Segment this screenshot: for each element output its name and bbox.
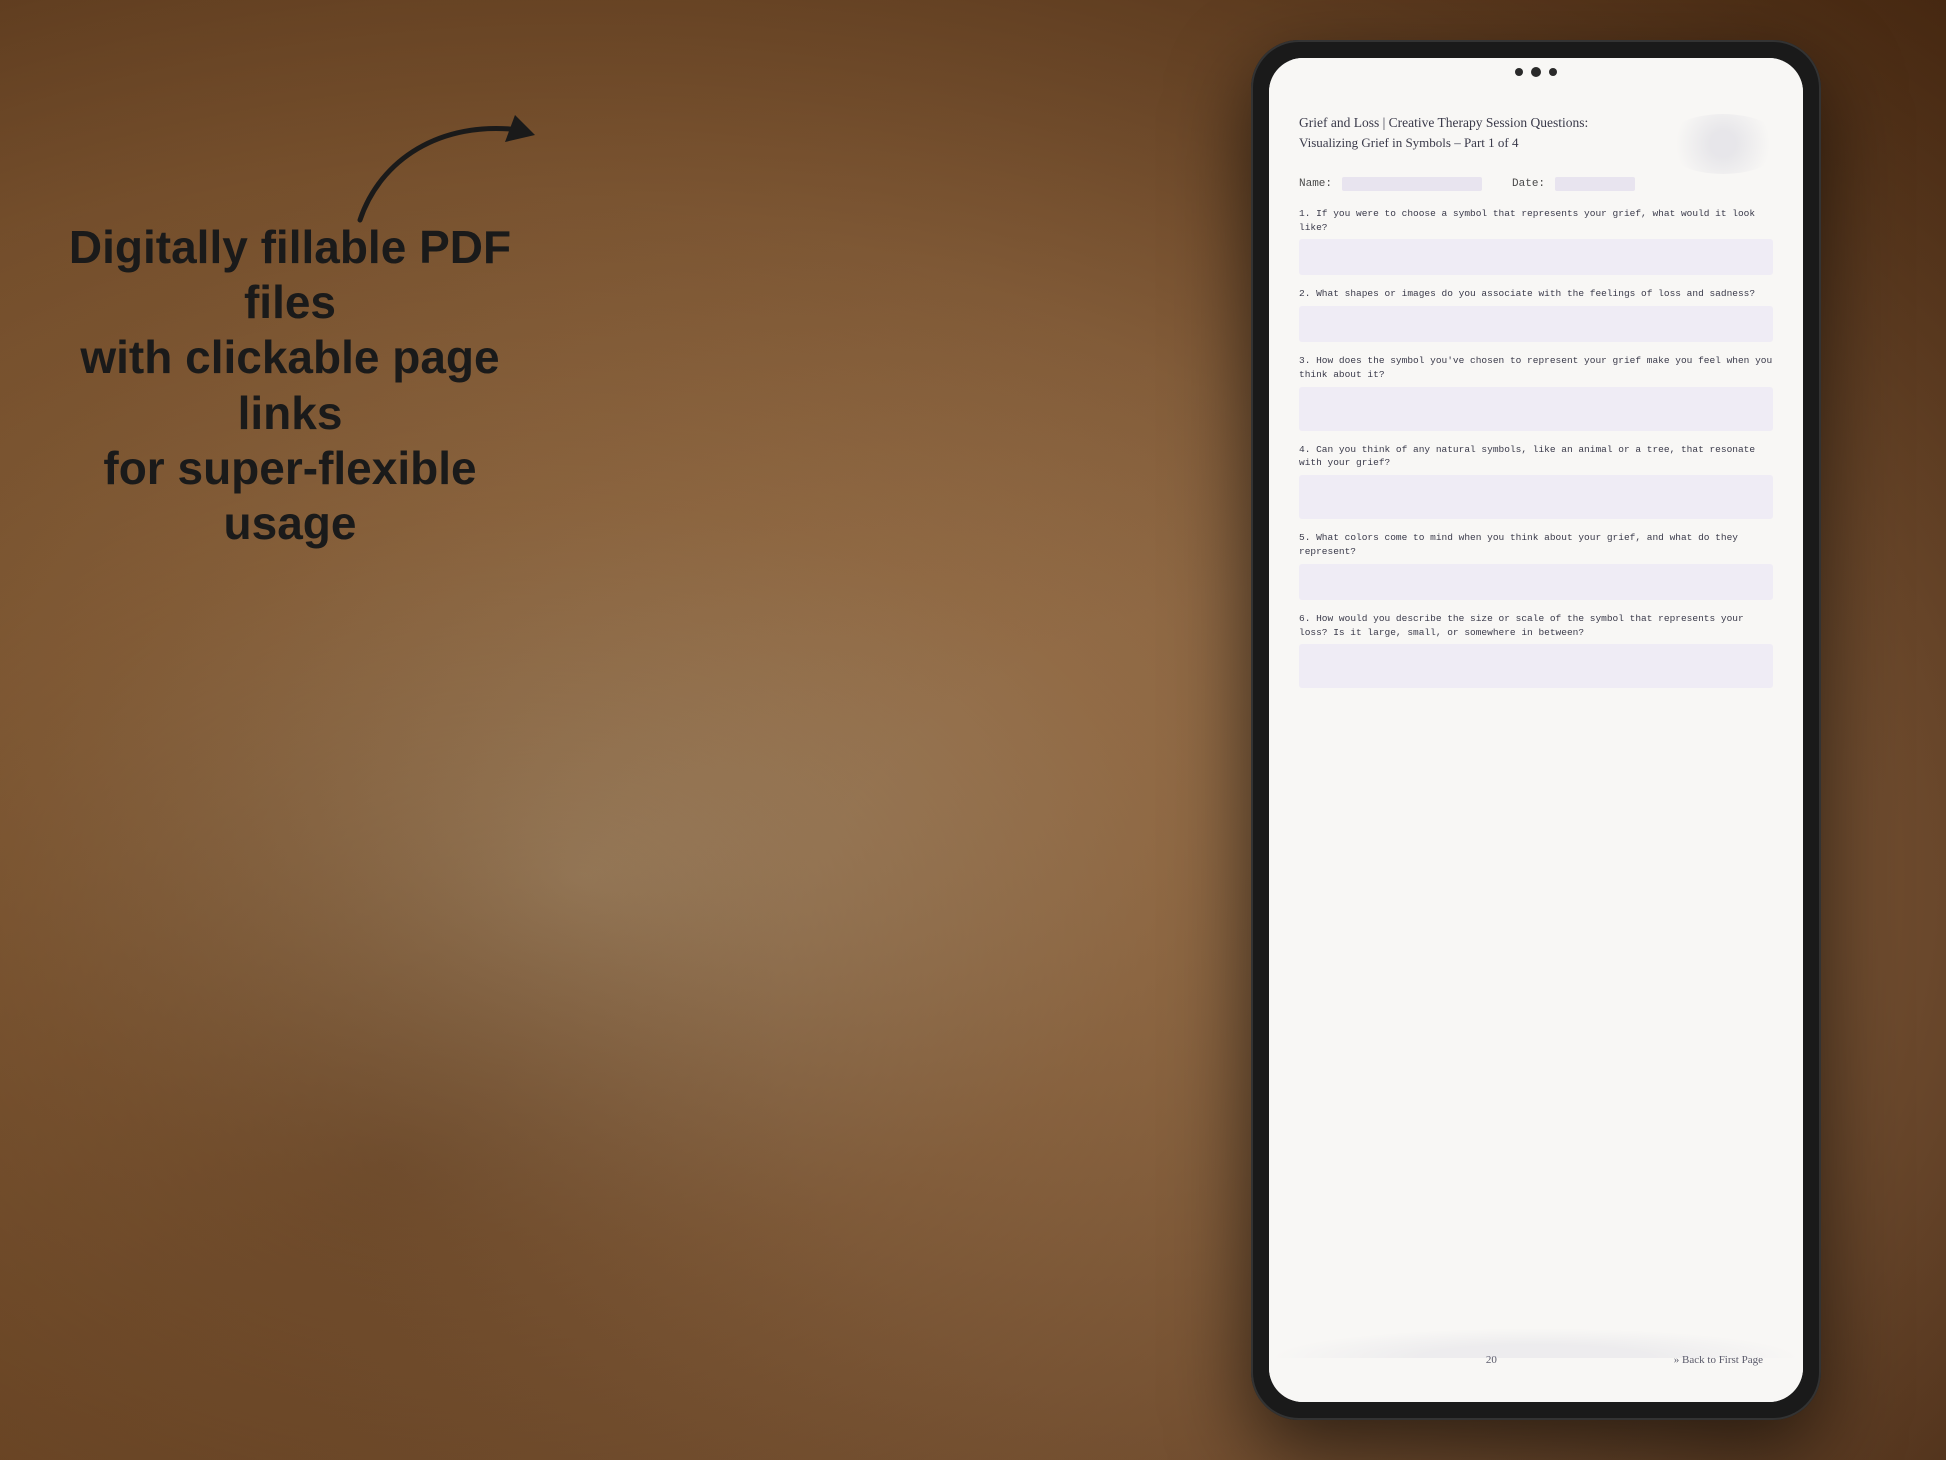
camera-lens (1531, 67, 1541, 77)
question-6: 6. How would you describe the size or sc… (1299, 612, 1773, 689)
pdf-document: Grief and Loss | Creative Therapy Sessio… (1269, 86, 1803, 1402)
name-date-row: Name: Date: (1299, 177, 1773, 191)
date-input-field[interactable] (1555, 177, 1635, 191)
camera-dot-1 (1515, 68, 1523, 76)
name-input-field[interactable] (1342, 177, 1482, 191)
promo-headline: Digitally fillable PDF fileswith clickab… (60, 220, 520, 551)
answer-box-1[interactable] (1299, 239, 1773, 275)
footer-mandala-decoration (1269, 1328, 1803, 1358)
question-6-text: 6. How would you describe the size or sc… (1299, 612, 1773, 640)
tablet-device: Grief and Loss | Creative Therapy Sessio… (1226, 30, 1846, 1430)
tablet-body: Grief and Loss | Creative Therapy Sessio… (1251, 40, 1821, 1420)
question-4-text: 4. Can you think of any natural symbols,… (1299, 443, 1773, 471)
answer-box-4[interactable] (1299, 475, 1773, 519)
answer-box-6[interactable] (1299, 644, 1773, 688)
question-5-text: 5. What colors come to mind when you thi… (1299, 531, 1773, 559)
question-3: 3. How does the symbol you've chosen to … (1299, 354, 1773, 431)
answer-box-3[interactable] (1299, 387, 1773, 431)
questions-list: 1. If you were to choose a symbol that r… (1299, 207, 1773, 1338)
question-2-text: 2. What shapes or images do you associat… (1299, 287, 1773, 301)
question-1-text: 1. If you were to choose a symbol that r… (1299, 207, 1773, 235)
tablet-camera-bar (1269, 58, 1803, 86)
answer-box-5[interactable] (1299, 564, 1773, 600)
camera-dot-2 (1549, 68, 1557, 76)
curved-arrow-icon (340, 100, 560, 240)
question-1: 1. If you were to choose a symbol that r… (1299, 207, 1773, 276)
answer-box-2[interactable] (1299, 306, 1773, 342)
promo-text-block: Digitally fillable PDF fileswith clickab… (60, 220, 520, 551)
tablet-screen: Grief and Loss | Creative Therapy Sessio… (1269, 58, 1803, 1402)
question-4: 4. Can you think of any natural symbols,… (1299, 443, 1773, 520)
question-2: 2. What shapes or images do you associat… (1299, 287, 1773, 342)
question-3-text: 3. How does the symbol you've chosen to … (1299, 354, 1773, 382)
question-5: 5. What colors come to mind when you thi… (1299, 531, 1773, 600)
name-label: Name: (1299, 178, 1332, 190)
mandala-decoration (1663, 114, 1783, 174)
date-label: Date: (1512, 178, 1545, 190)
